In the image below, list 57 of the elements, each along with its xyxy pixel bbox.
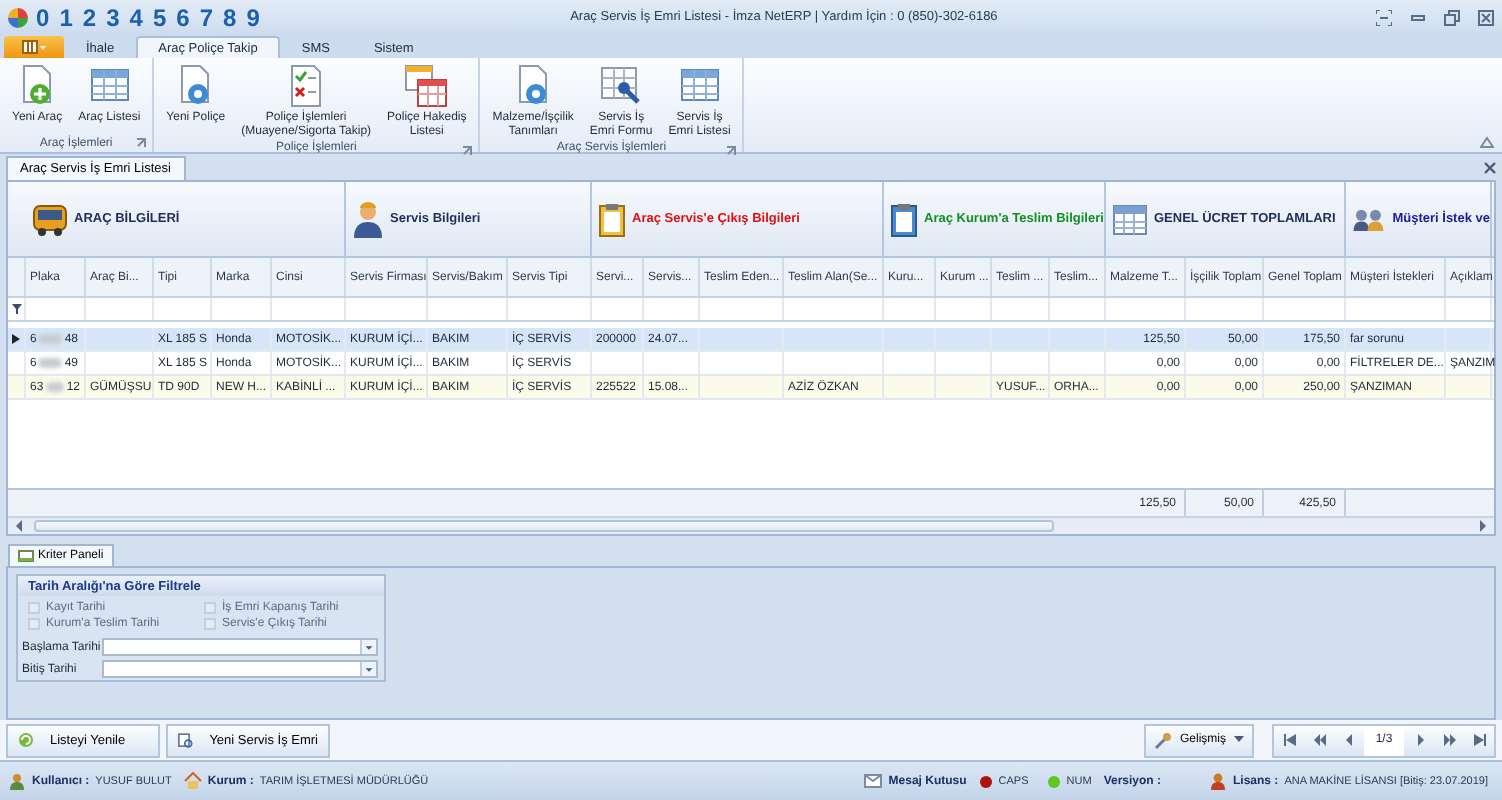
restore-icon[interactable]: [1444, 9, 1460, 25]
previous-icon: [1343, 734, 1355, 746]
quick-access-button[interactable]: 8: [223, 3, 237, 31]
refresh-icon: [18, 732, 34, 748]
collapse-ribbon-icon[interactable]: [1480, 136, 1494, 148]
checklist-icon: [286, 64, 327, 108]
scroll-left-icon[interactable]: [14, 520, 26, 532]
horizontal-scrollbar[interactable]: [8, 516, 1494, 534]
dialog-launcher-icon[interactable]: [136, 138, 147, 148]
bus-icon: [32, 203, 68, 235]
last-page-icon: [1473, 734, 1485, 746]
date-field[interactable]: [102, 638, 378, 656]
quick-access-button[interactable]: 9: [246, 3, 260, 31]
row-indicator-icon: [12, 334, 20, 344]
quick-access-button[interactable]: 4: [129, 3, 143, 31]
close-icon[interactable]: [1484, 162, 1496, 174]
blurred-text: [38, 334, 63, 344]
table-wrench-icon: [599, 64, 644, 108]
mail-icon: [864, 774, 883, 788]
quick-access-button[interactable]: 0: [36, 3, 50, 31]
application-menu-button[interactable]: [4, 36, 64, 58]
menu-icon: [22, 40, 46, 54]
filter-icon[interactable]: [11, 304, 21, 314]
clipboard-icon: [890, 201, 918, 237]
dropdown-icon[interactable]: [360, 662, 376, 676]
caret-icon: [1234, 736, 1244, 744]
minimize-icon[interactable]: [1410, 9, 1426, 25]
rewind-icon: [1313, 734, 1325, 746]
clipboard-icon: [598, 201, 626, 237]
form-search-icon: [178, 731, 194, 749]
quick-access-button[interactable]: 7: [199, 3, 213, 31]
quick-access-button[interactable]: 6: [176, 3, 190, 31]
calculator-table-icon: [1112, 203, 1148, 235]
fullscreen-icon[interactable]: [1376, 9, 1392, 25]
tools-icon: [1154, 731, 1172, 749]
blurred-text: [45, 382, 65, 392]
panel-icon: [18, 550, 34, 562]
calendar-table-icon: [404, 64, 449, 108]
quick-access-button[interactable]: 1: [59, 3, 73, 31]
quick-access-button[interactable]: 5: [152, 3, 167, 31]
user-icon: [8, 772, 26, 790]
fast-forward-icon: [1443, 734, 1455, 746]
next-icon: [1413, 734, 1425, 746]
dialog-launcher-icon[interactable]: [726, 146, 737, 156]
quick-access-button[interactable]: 3: [106, 3, 120, 31]
dropdown-icon[interactable]: [360, 640, 376, 654]
scroll-right-icon[interactable]: [1476, 520, 1488, 532]
quick-access-button[interactable]: 2: [82, 3, 97, 31]
first-page-icon: [1283, 734, 1295, 746]
worker-icon: [352, 201, 384, 237]
blurred-text: [38, 358, 63, 368]
license-icon: [1209, 772, 1227, 790]
close-icon[interactable]: [1478, 9, 1494, 25]
date-field[interactable]: [102, 660, 378, 678]
dialog-launcher-icon[interactable]: [462, 146, 473, 156]
logo-icon: [8, 7, 28, 27]
home-icon: [183, 772, 202, 790]
